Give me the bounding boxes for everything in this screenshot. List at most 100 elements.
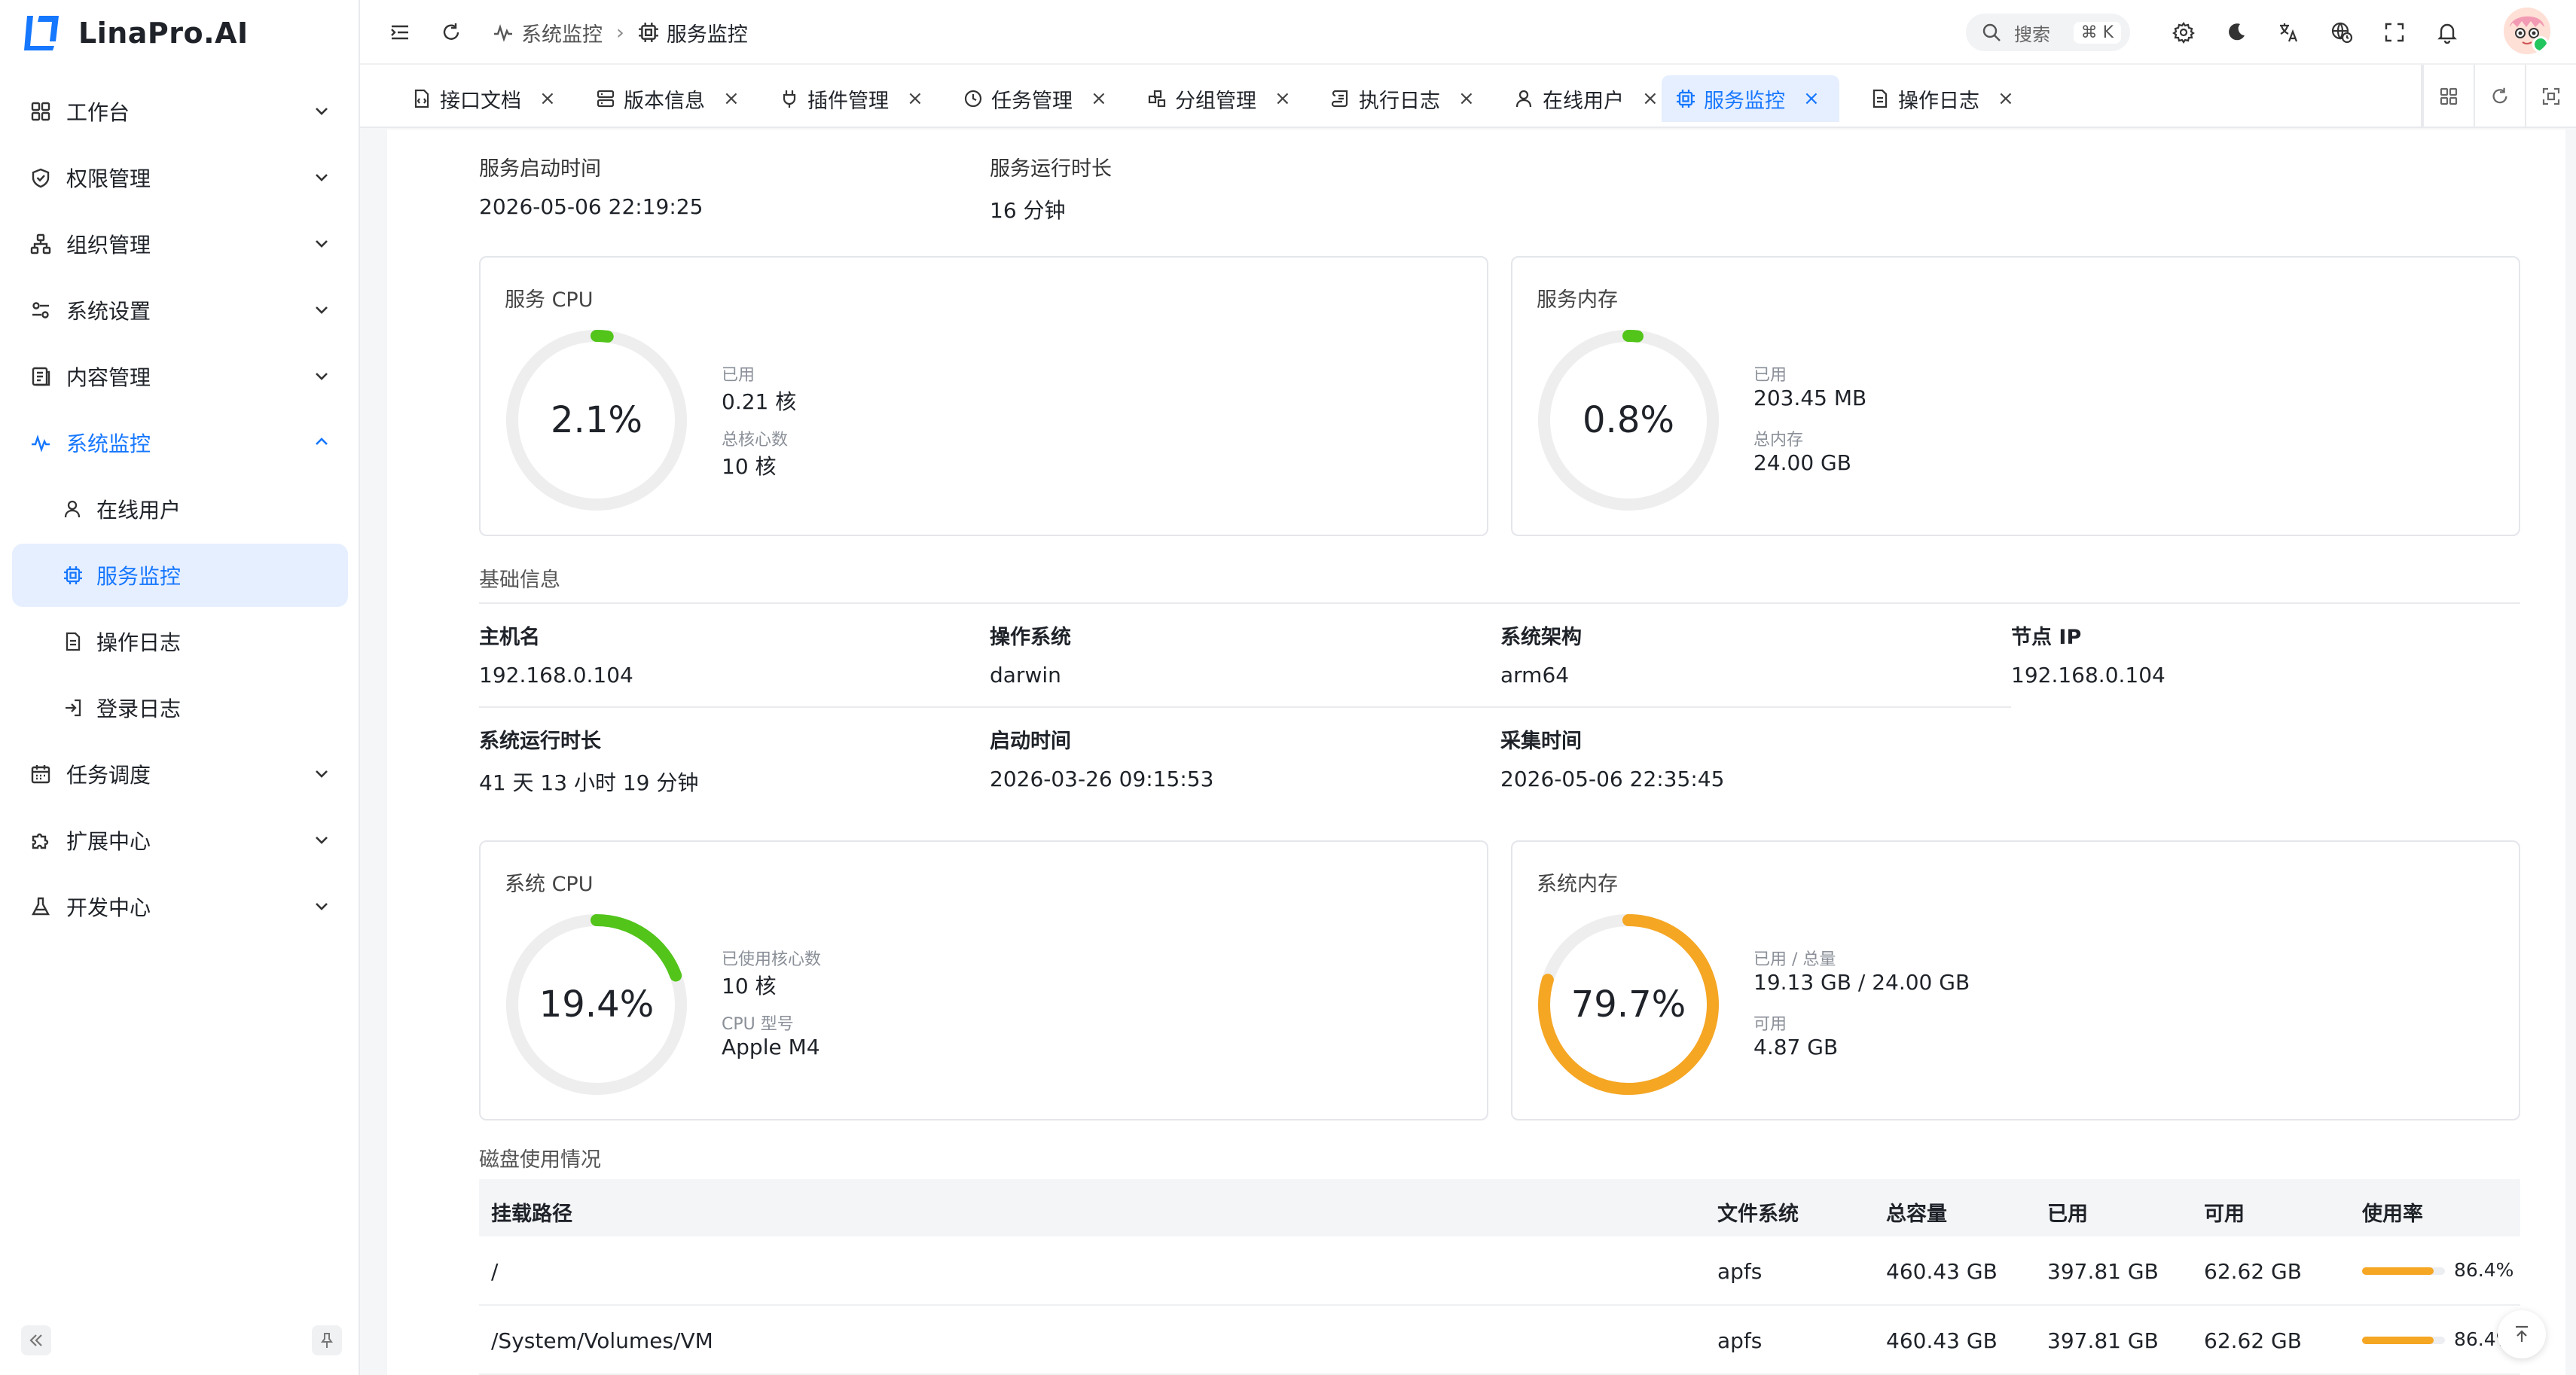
refresh-button[interactable] — [435, 17, 467, 48]
disk-usage-title: 磁盘使用情况 — [479, 1148, 601, 1172]
tab-group-management[interactable]: 分组管理 × — [1133, 75, 1305, 122]
tab-maximize-button[interactable] — [2525, 65, 2576, 128]
tab-version-info[interactable]: 版本信息 × — [581, 75, 753, 122]
settings-sliders-icon — [29, 298, 53, 322]
sidebar-subitem-login-log[interactable]: 登录日志 — [12, 676, 348, 739]
refresh-icon — [2492, 87, 2507, 104]
close-icon[interactable]: × — [1803, 87, 1820, 110]
toggle-menu-button[interactable] — [384, 17, 416, 48]
free-cell: 62.62 GB — [2204, 1328, 2302, 1353]
tab-overview-button[interactable] — [2422, 65, 2474, 128]
moon-icon — [2229, 23, 2245, 41]
sidebar-item-organization[interactable]: 组织管理 — [12, 212, 348, 276]
language-button[interactable] — [2273, 17, 2305, 48]
chevron-down-icon — [316, 174, 328, 181]
app-logo[interactable]: LinaPro.AI — [21, 11, 249, 56]
back-to-top-button[interactable] — [2498, 1310, 2546, 1358]
sidebar-subitem-service-monitor[interactable]: 服务监控 — [12, 544, 348, 607]
globe-clock-icon — [2331, 22, 2353, 44]
tab-label: 分组管理 — [1175, 89, 1256, 113]
tab-plugin-management[interactable]: 插件管理 × — [765, 75, 937, 122]
tab-online-users[interactable]: 在线用户 × — [1500, 75, 1672, 122]
service-cpu-total-label: 总核心数 — [722, 431, 789, 450]
usage-progress-fill — [2362, 1337, 2434, 1344]
tab-task-management[interactable]: 任务管理 × — [949, 75, 1121, 122]
sidebar-item-system-settings[interactable]: 系统设置 — [12, 279, 348, 342]
tab-api-docs[interactable]: 接口文档 × — [398, 75, 569, 122]
notifications-button[interactable] — [2431, 17, 2463, 48]
table-row[interactable]: /System/Volumes/VM apfs 460.43 GB 397.81… — [479, 1306, 2520, 1375]
close-icon[interactable]: × — [1998, 87, 2014, 110]
flask-icon — [29, 895, 53, 919]
close-icon[interactable]: × — [1458, 87, 1475, 110]
gear-icon — [2172, 22, 2195, 44]
sidebar-item-scheduler[interactable]: 任务调度 — [12, 742, 348, 806]
sidebar-item-content[interactable]: 内容管理 — [12, 345, 348, 408]
close-icon[interactable]: × — [1274, 87, 1291, 110]
sidebar-subitem-operation-log[interactable]: 操作日志 — [12, 610, 348, 673]
sidebar-item-label: 工作台 — [66, 100, 130, 125]
column-header[interactable]: 文件系统 — [1717, 1197, 1799, 1227]
mount-path-cell: /System/Volumes/VM — [491, 1328, 713, 1353]
collapse-sidebar-button[interactable] — [21, 1325, 51, 1355]
service-cpu-card: 服务 CPU 2.1% 已用 0.21 核 总核心数 10 核 — [479, 256, 1488, 536]
tab-execution-log[interactable]: 执行日志 × — [1317, 75, 1488, 122]
sidebar-item-workbench[interactable]: 工作台 — [12, 80, 348, 143]
column-header[interactable]: 使用率 — [2362, 1197, 2423, 1227]
sidebar-item-system-monitor[interactable]: 系统监控 — [12, 411, 348, 474]
sidebar-item-dev-center[interactable]: 开发中心 — [12, 875, 348, 938]
system-memory-used-value: 19.13 GB / 24.00 GB — [1753, 970, 1970, 995]
mount-path-cell: / — [491, 1259, 499, 1284]
tab-label: 服务监控 — [1704, 89, 1785, 113]
refresh-icon — [443, 23, 459, 40]
close-icon[interactable]: × — [907, 87, 923, 110]
sidebar-item-extensions[interactable]: 扩展中心 — [12, 809, 348, 872]
column-header[interactable]: 挂载路径 — [491, 1197, 572, 1227]
main-content: 服务启动时间 2026-05-06 22:19:25 服务运行时长 16 分钟 … — [387, 130, 2565, 1375]
doc-icon — [411, 88, 432, 109]
column-header[interactable]: 可用 — [2204, 1197, 2245, 1227]
system-cpu-model-label: CPU 型号 — [722, 1015, 794, 1034]
table-row[interactable]: / apfs 460.43 GB 397.81 GB 62.62 GB 86.4… — [479, 1236, 2520, 1306]
system-memory-available-label: 可用 — [1753, 1015, 1787, 1034]
tab-operation-log[interactable]: 操作日志 × — [1856, 75, 2028, 122]
grid-icon — [2440, 87, 2458, 105]
system-cpu-card: 系统 CPU 19.4% 已使用核心数 10 核 CPU 型号 Apple M4 — [479, 840, 1488, 1120]
tab-refresh-button[interactable] — [2474, 65, 2525, 128]
maximize-icon — [2542, 87, 2560, 105]
search-shortcut: ⌘ K — [2073, 21, 2121, 44]
timezone-button[interactable] — [2326, 17, 2358, 48]
search-input[interactable]: 搜索 ⌘ K — [1966, 14, 2130, 51]
search-icon — [1982, 23, 2001, 41]
online-status-dot — [2532, 36, 2549, 53]
pin-sidebar-button[interactable] — [312, 1325, 342, 1355]
breadcrumb-item[interactable]: 系统监控 — [521, 18, 603, 47]
user-avatar[interactable] — [2504, 8, 2550, 54]
search-placeholder: 搜索 — [2014, 23, 2050, 45]
close-icon[interactable]: × — [1091, 87, 1107, 110]
close-icon[interactable]: × — [723, 87, 740, 110]
theme-toggle-button[interactable] — [2220, 17, 2252, 48]
login-icon — [62, 697, 84, 719]
service-memory-total-label: 总内存 — [1753, 431, 1804, 450]
column-header[interactable]: 已用 — [2047, 1197, 2088, 1227]
fullscreen-button[interactable] — [2379, 17, 2410, 48]
sidebar-item-permissions[interactable]: 权限管理 — [12, 146, 348, 209]
service-memory-percent: 0.8% — [1583, 399, 1674, 441]
sidebar-item-label: 内容管理 — [66, 365, 151, 390]
group-icon — [1146, 88, 1167, 109]
close-icon[interactable]: × — [1642, 87, 1659, 110]
sidebar-subitem-label: 在线用户 — [96, 498, 182, 523]
org-tree-icon — [29, 232, 53, 256]
column-header[interactable]: 总容量 — [1886, 1197, 1947, 1227]
close-icon[interactable]: × — [539, 87, 556, 110]
sidebar: LinaPro.AI 工作台 权限管理 组织管理 系统设置 内容管理 系统监控 … — [0, 0, 360, 1375]
filesystem-cell: apfs — [1717, 1259, 1763, 1284]
card-title: 服务内存 — [1537, 288, 1618, 312]
sidebar-subitem-online-users[interactable]: 在线用户 — [12, 477, 348, 541]
tab-service-monitor[interactable]: 服务监控 × — [1662, 75, 1839, 122]
breadcrumb-current: 服务监控 — [666, 23, 748, 47]
tab-bar: 接口文档 × 版本信息 × 插件管理 × 任务管理 × 分组管理 × 执行日志 … — [360, 65, 2576, 128]
usage-progress-fill — [2362, 1267, 2434, 1275]
settings-button[interactable] — [2168, 17, 2199, 48]
